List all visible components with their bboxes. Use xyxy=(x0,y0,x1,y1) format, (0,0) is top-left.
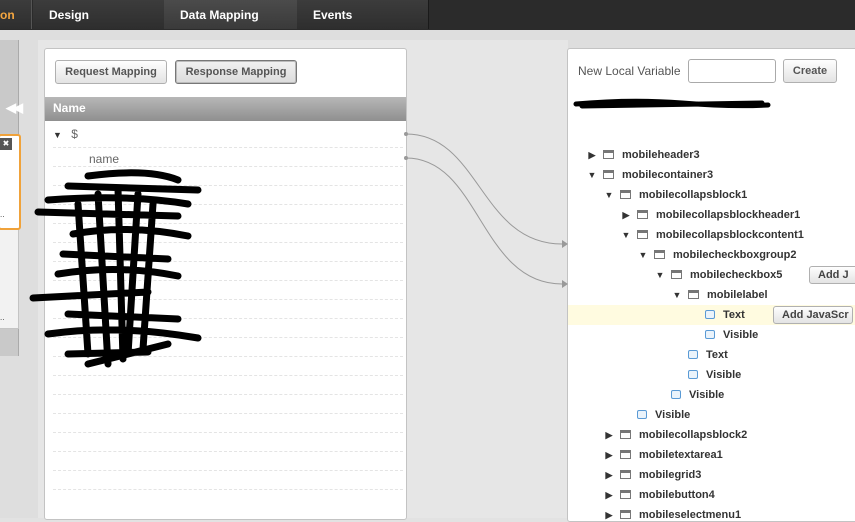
top-tab-bar: on Design Data Mapping Events xyxy=(0,0,855,30)
tab-design[interactable]: Design xyxy=(33,0,165,29)
tab-events[interactable]: Events xyxy=(297,0,429,29)
tab-data-mapping[interactable]: Data Mapping xyxy=(164,0,298,29)
mapping-connectors xyxy=(404,132,568,288)
tab-previous[interactable]: on xyxy=(0,0,32,29)
workspace: ◀◀ ✖ .. .. Request Mapping Response Mapp… xyxy=(0,30,855,522)
